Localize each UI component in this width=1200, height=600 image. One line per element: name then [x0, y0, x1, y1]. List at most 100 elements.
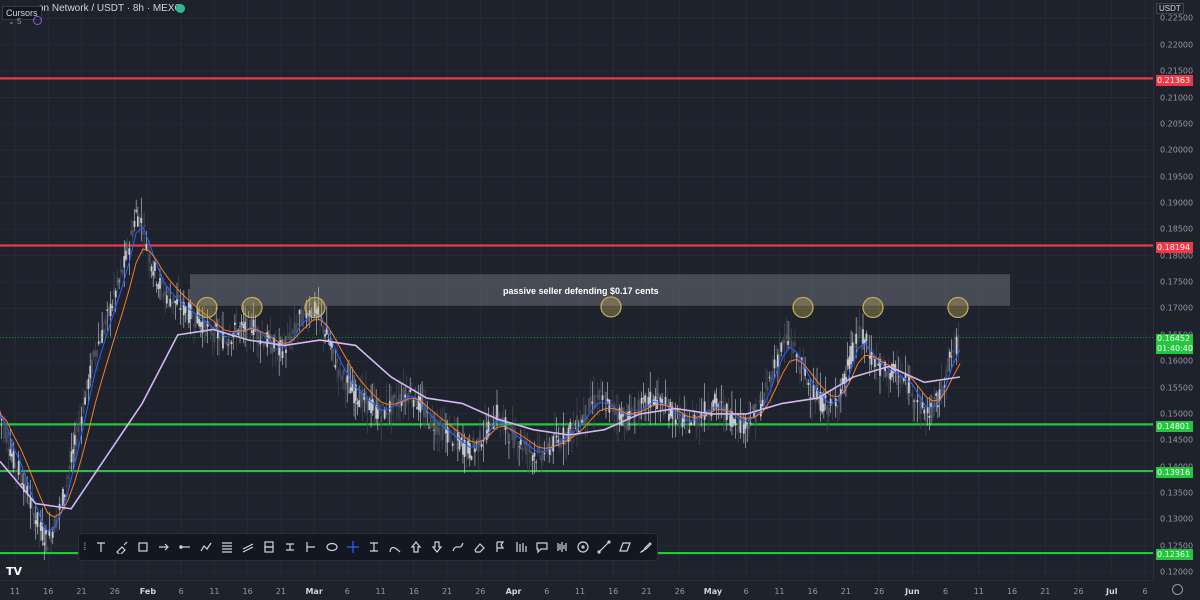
candle-body: [610, 400, 612, 402]
candle-body: [416, 407, 418, 409]
candle-body: [746, 423, 749, 424]
price-tick: 0.22000: [1160, 40, 1194, 50]
long-position-icon[interactable]: [259, 537, 278, 557]
candle-body: [618, 407, 621, 420]
path-tool-icon[interactable]: [196, 537, 215, 557]
candle-body: [295, 324, 298, 333]
candle-body: [480, 443, 483, 447]
candle-body: [41, 526, 44, 541]
candle-body: [758, 400, 761, 403]
candle-body: [465, 446, 468, 456]
candle-body: [862, 329, 864, 344]
candle-body: [703, 401, 706, 420]
time-tick: 16: [242, 587, 253, 596]
candle-body: [923, 409, 926, 414]
candle-body: [657, 393, 660, 399]
candle-body: [468, 443, 471, 459]
candle-body: [620, 414, 623, 426]
candle-body: [773, 359, 776, 369]
drawing-toolbar[interactable]: ⁞⁞: [78, 533, 658, 561]
currency-badge[interactable]: USDT: [1156, 3, 1184, 14]
fib-retracement-icon[interactable]: [217, 537, 236, 557]
date-price-range-icon[interactable]: [364, 537, 383, 557]
candle-body: [371, 399, 374, 411]
candle-body: [33, 512, 35, 525]
rectangle-tool-icon[interactable]: [134, 537, 153, 557]
crosshair-icon[interactable]: [343, 537, 362, 557]
candle-body: [179, 308, 182, 311]
parallelogram-icon[interactable]: [616, 537, 635, 557]
chevron-down-icon[interactable]: ⌄: [8, 17, 15, 26]
candle-body: [147, 245, 149, 251]
short-position-icon[interactable]: [280, 537, 299, 557]
candle-body: [906, 382, 909, 395]
horizontal-ray-icon[interactable]: [175, 537, 194, 557]
time-axis[interactable]: 11 16 21 26 Feb 6 11 16 21 Mar 6 11 16 21 26 Apr 6 11 16 21…: [0, 580, 1153, 600]
candle-body: [766, 386, 769, 391]
candle-body: [845, 376, 847, 380]
candle-body: [785, 334, 788, 340]
text-tool-icon[interactable]: [92, 537, 111, 557]
candle-body: [228, 339, 231, 345]
comment-icon[interactable]: [532, 537, 551, 557]
candle-body: [822, 403, 825, 412]
candle-body: [77, 426, 80, 433]
candle-body: [630, 407, 633, 416]
arrow-down-icon[interactable]: [427, 537, 446, 557]
ellipse-tool-icon[interactable]: [322, 537, 341, 557]
candle-body: [836, 404, 839, 409]
candle-body: [846, 359, 849, 366]
price-range-icon[interactable]: [301, 537, 320, 557]
candle-body: [390, 396, 393, 415]
flag-icon[interactable]: [490, 537, 509, 557]
time-tick: 21: [641, 587, 652, 596]
candle-body: [664, 396, 667, 405]
parallel-channel-icon[interactable]: [238, 537, 257, 557]
loop-icon[interactable]: [33, 16, 42, 25]
brush-alt-icon[interactable]: [637, 537, 656, 557]
candle-body: [603, 396, 606, 398]
volume-profile-icon[interactable]: [553, 537, 572, 557]
candle-body: [99, 340, 102, 345]
arrow-marker-icon[interactable]: [154, 537, 173, 557]
candle-body: [298, 309, 301, 315]
candle-body: [43, 542, 46, 546]
candle-body: [155, 284, 158, 286]
candle-body: [45, 530, 47, 535]
candle-body: [776, 354, 779, 367]
price-axis[interactable]: 0.22500 0.22000 0.21500 0.21000 0.20500 0.200…: [1153, 0, 1200, 580]
candle-body: [424, 404, 427, 418]
candle-body: [101, 329, 104, 343]
candle-body: [12, 451, 15, 469]
candle-body: [742, 424, 745, 434]
eraser-icon[interactable]: [469, 537, 488, 557]
drag-handle-icon[interactable]: ⁞⁞: [83, 542, 91, 553]
brush-tool-icon[interactable]: [113, 537, 132, 557]
candle-body: [853, 345, 856, 348]
clock-icon[interactable]: [1172, 584, 1183, 595]
candle-body: [60, 498, 63, 501]
ruler-icon[interactable]: [511, 537, 530, 557]
symbol-title[interactable]: on Network / USDT · 8h · MEXC: [38, 3, 182, 14]
candle-body: [388, 400, 391, 413]
circle-tool-icon[interactable]: [574, 537, 593, 557]
trend-line-icon[interactable]: [595, 537, 614, 557]
arc-tool-icon[interactable]: [385, 537, 404, 557]
candle-body: [795, 354, 798, 358]
arrow-up-icon[interactable]: [406, 537, 425, 557]
tradingview-logo-icon[interactable]: TV: [6, 565, 22, 578]
price-label-support-1: 0.14801: [1156, 421, 1193, 432]
candle-body: [113, 289, 115, 296]
candle-body: [450, 430, 452, 432]
candle-body: [373, 402, 376, 404]
curve-tool-icon[interactable]: [448, 537, 467, 557]
candle-body: [632, 422, 635, 424]
candle-body: [339, 363, 342, 365]
candle-body: [856, 338, 859, 340]
candle-body: [521, 447, 524, 451]
candle-body: [84, 397, 87, 405]
chart-annotation[interactable]: passive seller defending $0.17 cents: [503, 286, 659, 296]
candle-body: [21, 483, 24, 485]
candle-body: [114, 290, 117, 298]
candle-body: [611, 403, 614, 412]
